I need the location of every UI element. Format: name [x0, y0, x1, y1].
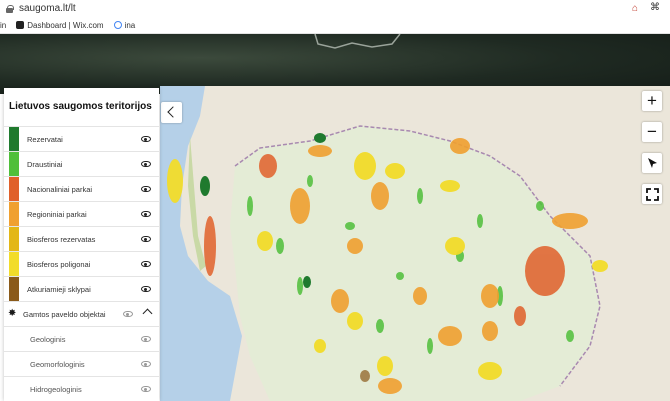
layer-row-geologinis[interactable]: Geologinis — [4, 326, 159, 351]
eye-icon[interactable] — [141, 386, 151, 392]
eye-icon[interactable] — [141, 186, 151, 192]
eye-icon[interactable] — [141, 261, 151, 267]
layer-swatch — [9, 276, 19, 302]
google-icon — [113, 21, 122, 29]
chevron-up-icon[interactable] — [142, 308, 153, 319]
layer-label: Biosferos poligonai — [27, 259, 91, 269]
bookmark-google[interactable]: ina — [113, 20, 136, 30]
layer-label: Geomorfologinis — [30, 359, 85, 369]
layer-row-biosferos-rezervatas[interactable]: Biosferos rezervatas — [4, 226, 159, 252]
layer-row-atkuriamieji-sklypai[interactable]: Atkuriamieji sklypai — [4, 276, 159, 302]
fullscreen-icon — [645, 187, 659, 201]
extension-icon[interactable]: ⌂ — [632, 3, 638, 14]
eye-icon[interactable] — [141, 211, 151, 217]
hero-forest-banner — [0, 33, 670, 94]
sun-burst-icon: ✸ — [8, 308, 17, 319]
map-drawing — [160, 86, 670, 401]
map-canvas[interactable] — [160, 86, 670, 401]
select-tool-button[interactable] — [642, 153, 662, 173]
eye-icon[interactable] — [141, 361, 151, 367]
layer-label: Atkuriamieji sklypai — [27, 284, 91, 294]
layer-row-hidrogeologinis[interactable]: Hidrogeologinis — [4, 376, 159, 401]
layer-row-draustiniai[interactable]: Draustiniai — [4, 151, 159, 177]
bookmark-linkedin[interactable]: in — [0, 21, 6, 30]
zoom-out-button[interactable]: − — [642, 122, 662, 142]
wix-icon — [16, 21, 25, 29]
layer-row-regioniniai-parkai[interactable]: Regioniniai parkai — [4, 201, 159, 227]
bookmark-label: ina — [124, 20, 136, 30]
lock-icon — [6, 4, 14, 13]
layer-label: Regioniniai parkai — [27, 209, 87, 219]
panel-title: Lietuvos saugomos teritorijos — [9, 101, 152, 112]
layer-swatch — [9, 226, 19, 252]
zoom-in-icon: + — [647, 91, 657, 110]
layer-swatch — [9, 251, 19, 277]
layer-label: Draustiniai — [27, 159, 63, 169]
layer-label: Gamtos paveldo objektai — [23, 309, 106, 319]
layer-row-biosferos-poligonai[interactable]: Biosferos poligonai — [4, 251, 159, 277]
layer-label: Nacionaliniai parkai — [27, 184, 93, 194]
layer-row-geomorfologinis[interactable]: Geomorfologinis — [4, 351, 159, 376]
layers-panel: Lietuvos saugomos teritorijos Rezervatai… — [4, 88, 159, 401]
layer-row-nacionaliniai-parkai[interactable]: Nacionaliniai parkai — [4, 176, 159, 202]
layer-group-gamtos-paveldo[interactable]: ✸ Gamtos paveldo objektai — [4, 301, 159, 326]
layer-swatch — [9, 201, 19, 227]
bookmark-label: in — [0, 20, 7, 30]
bookmarks-bar: in Dashboard | Wix.com ina — [0, 17, 670, 34]
layer-label: Biosferos rezervatas — [27, 234, 96, 244]
bookmark-label: Dashboard | Wix.com — [27, 20, 104, 30]
zoom-in-button[interactable]: + — [642, 91, 662, 111]
hero-outline — [314, 33, 401, 49]
eye-icon[interactable] — [141, 236, 151, 242]
layer-label: Geologinis — [30, 334, 66, 344]
bookmark-wix[interactable]: Dashboard | Wix.com — [16, 20, 104, 30]
layer-label: Hidrogeologinis — [30, 384, 82, 394]
layer-label: Rezervatai — [27, 134, 63, 144]
layer-swatch — [9, 126, 19, 152]
layer-swatch — [9, 176, 19, 202]
eye-icon[interactable] — [141, 286, 151, 292]
layer-row-rezervatai[interactable]: Rezervatai — [4, 126, 159, 152]
eye-icon[interactable] — [141, 336, 151, 342]
layer-swatch — [9, 151, 19, 177]
fullscreen-button[interactable] — [642, 184, 662, 204]
eye-icon[interactable] — [141, 161, 151, 167]
menu-icon[interactable]: ⌘ — [650, 2, 660, 13]
eye-icon[interactable] — [123, 311, 133, 317]
zoom-out-icon: − — [647, 122, 657, 141]
cursor-arrow-icon — [648, 158, 657, 168]
collapse-panel-button[interactable] — [161, 102, 182, 123]
url-text[interactable]: saugoma.lt/lt — [19, 3, 76, 14]
eye-icon[interactable] — [141, 136, 151, 142]
address-bar[interactable]: saugoma.lt/lt ⌂ ⌘ — [0, 0, 670, 17]
